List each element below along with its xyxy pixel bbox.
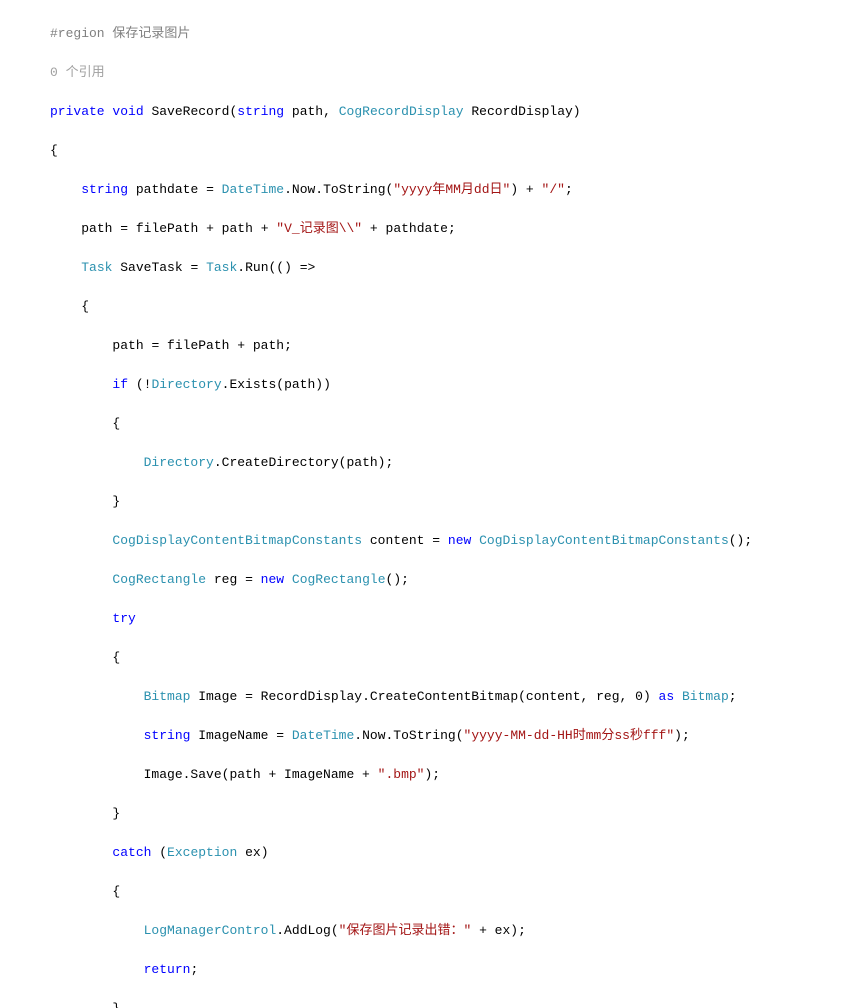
code-line[interactable]: Task SaveTask = Task.Run(() => bbox=[50, 258, 859, 278]
type: DateTime bbox=[292, 728, 354, 743]
code-line[interactable]: string ImageName = DateTime.Now.ToString… bbox=[50, 726, 859, 746]
type: CogRectangle bbox=[292, 572, 386, 587]
type: DateTime bbox=[222, 182, 284, 197]
string-literal: "yyyy年MM月dd日" bbox=[393, 182, 510, 197]
keyword: try bbox=[112, 611, 135, 626]
code-line[interactable]: { bbox=[50, 648, 859, 668]
keyword: string bbox=[144, 728, 191, 743]
var-name: pathdate bbox=[136, 182, 198, 197]
var-name: path bbox=[112, 338, 143, 353]
type: CogRecordDisplay bbox=[339, 104, 464, 119]
type: string bbox=[237, 104, 284, 119]
type: CogRectangle bbox=[112, 572, 206, 587]
method-name: SaveRecord bbox=[151, 104, 229, 119]
brace-close: } bbox=[112, 806, 120, 821]
type: CogDisplayContentBitmapConstants bbox=[112, 533, 362, 548]
code-line[interactable]: path = filePath + path + "V_记录图\\" + pat… bbox=[50, 219, 859, 239]
codelens-references[interactable]: 0 个引用 bbox=[50, 63, 859, 83]
keyword-void: void bbox=[112, 104, 143, 119]
code-line[interactable]: } bbox=[50, 804, 859, 824]
code-line[interactable]: try bbox=[50, 609, 859, 629]
code-line[interactable]: private void SaveRecord(string path, Cog… bbox=[50, 102, 859, 122]
code-line[interactable]: Bitmap Image = RecordDisplay.CreateConte… bbox=[50, 687, 859, 707]
keyword: if bbox=[112, 377, 128, 392]
code-line[interactable]: } bbox=[50, 492, 859, 512]
keyword: new bbox=[261, 572, 284, 587]
brace-open: { bbox=[112, 884, 120, 899]
code-line[interactable]: if (!Directory.Exists(path)) bbox=[50, 375, 859, 395]
keyword: return bbox=[144, 962, 191, 977]
string-literal: "V_记录图\\" bbox=[276, 221, 362, 236]
code-line[interactable]: path = filePath + path; bbox=[50, 336, 859, 356]
brace-close: } bbox=[112, 1001, 120, 1008]
type: Bitmap bbox=[144, 689, 191, 704]
var-name: Image bbox=[198, 689, 237, 704]
keyword: catch bbox=[112, 845, 151, 860]
var-name: reg bbox=[214, 572, 237, 587]
string-literal: "保存图片记录出错：" bbox=[339, 923, 472, 938]
string-literal: "yyyy-MM-dd-HH时mm分ss秒fff" bbox=[464, 728, 675, 743]
type: LogManagerControl bbox=[144, 923, 277, 938]
type: Directory bbox=[151, 377, 221, 392]
code-line[interactable]: { bbox=[50, 141, 859, 161]
brace-open: { bbox=[50, 143, 58, 158]
keyword: as bbox=[659, 689, 675, 704]
code-line[interactable]: { bbox=[50, 414, 859, 434]
brace-open: { bbox=[81, 299, 89, 314]
brace-open: { bbox=[112, 650, 120, 665]
keyword: string bbox=[81, 182, 128, 197]
brace-open: { bbox=[112, 416, 120, 431]
var-name: ex bbox=[245, 845, 261, 860]
type: Bitmap bbox=[682, 689, 729, 704]
type: CogDisplayContentBitmapConstants bbox=[479, 533, 729, 548]
code-line[interactable]: Image.Save(path + ImageName + ".bmp"); bbox=[50, 765, 859, 785]
param-name: path bbox=[292, 104, 323, 119]
code-line[interactable]: return; bbox=[50, 960, 859, 980]
code-line[interactable]: Directory.CreateDirectory(path); bbox=[50, 453, 859, 473]
code-line[interactable]: { bbox=[50, 882, 859, 902]
type: Task bbox=[206, 260, 237, 275]
region-comment: 保存记录图片 bbox=[112, 26, 190, 41]
keyword: new bbox=[448, 533, 471, 548]
code-line[interactable]: LogManagerControl.AddLog("保存图片记录出错：" + e… bbox=[50, 921, 859, 941]
code-line[interactable]: #region 保存记录图片 bbox=[50, 24, 859, 44]
var-name: ImageName bbox=[198, 728, 268, 743]
code-line[interactable]: { bbox=[50, 297, 859, 317]
string-literal: "/" bbox=[542, 182, 565, 197]
param-name: RecordDisplay bbox=[471, 104, 572, 119]
code-line[interactable]: string pathdate = DateTime.Now.ToString(… bbox=[50, 180, 859, 200]
code-line[interactable]: CogDisplayContentBitmapConstants content… bbox=[50, 531, 859, 551]
type: Exception bbox=[167, 845, 237, 860]
type: Directory bbox=[144, 455, 214, 470]
var-name: path bbox=[81, 221, 112, 236]
type: Task bbox=[81, 260, 112, 275]
code-editor[interactable]: #region 保存记录图片 0 个引用 private void SaveRe… bbox=[0, 0, 859, 1008]
region-directive: #region bbox=[50, 26, 105, 41]
var-name: SaveTask bbox=[120, 260, 182, 275]
var-name: content bbox=[370, 533, 425, 548]
code-line[interactable]: CogRectangle reg = new CogRectangle(); bbox=[50, 570, 859, 590]
code-line[interactable]: catch (Exception ex) bbox=[50, 843, 859, 863]
string-literal: ".bmp" bbox=[378, 767, 425, 782]
keyword-private: private bbox=[50, 104, 105, 119]
code-line[interactable]: } bbox=[50, 999, 859, 1008]
brace-close: } bbox=[112, 494, 120, 509]
